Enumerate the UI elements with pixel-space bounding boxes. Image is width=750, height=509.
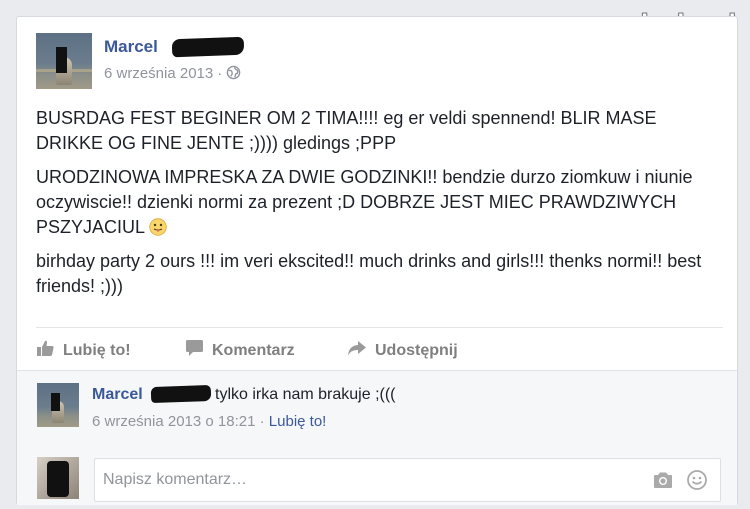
comment-like-link[interactable]: Lubię to! <box>269 413 327 430</box>
like-button[interactable]: Lubię to! <box>36 339 131 362</box>
comment-author-name[interactable]: Marcel <box>92 386 143 404</box>
smiley-icon[interactable] <box>686 469 708 496</box>
post-author-name[interactable]: Marcel <box>104 37 158 57</box>
thumbs-up-icon <box>36 339 63 362</box>
censor-bar <box>51 393 60 411</box>
comment-meta: 6 września 2013 o 18:21 · Lubię to! <box>92 413 326 430</box>
divider <box>36 327 723 328</box>
post-date[interactable]: 6 września 2013 <box>104 65 213 82</box>
globe-icon[interactable] <box>226 65 241 84</box>
comment-input-placeholder: Napisz komentarz… <box>103 471 248 488</box>
post-author-avatar[interactable] <box>36 33 92 89</box>
redacted-surname <box>150 384 212 404</box>
share-arrow-icon <box>347 339 375 362</box>
censor-bar <box>47 461 69 497</box>
post-body: BUSRDAG FEST BEGINER OM 2 TIMA!!!! eg er… <box>36 106 726 308</box>
comments-section: Marcel tylko irka nam brakuje ;((( 6 wrz… <box>17 370 737 505</box>
camera-icon[interactable] <box>652 471 674 494</box>
current-user-avatar <box>37 457 79 499</box>
comment-button[interactable]: Komentarz <box>185 339 295 362</box>
comment-input[interactable]: Napisz komentarz… <box>94 458 721 502</box>
comment-text: tylko irka nam brakuje ;((( <box>215 386 396 403</box>
post-card: Marcel 6 września 2013 · BUSRDAG FEST BEG… <box>16 16 738 505</box>
censor-bar <box>56 47 67 73</box>
tongue-emoji-icon <box>149 218 167 236</box>
redacted-surname <box>171 36 245 58</box>
post-paragraph: BUSRDAG FEST BEGINER OM 2 TIMA!!!! eg er… <box>36 108 657 153</box>
post-actions: Lubię to! Komentarz Udostępnij <box>36 339 726 363</box>
post-paragraph: birhday party 2 ours !!! im veri ekscite… <box>36 251 702 296</box>
speech-bubble-icon <box>185 339 212 362</box>
meta-separator: · <box>259 413 265 430</box>
post-paragraph: URODZINOWA IMPRESKA ZA DWIE GODZINKI!! b… <box>36 167 693 237</box>
commenter-avatar[interactable] <box>37 383 79 427</box>
post-meta: 6 września 2013 · <box>104 65 241 84</box>
share-button[interactable]: Udostępnij <box>347 339 458 362</box>
comment-date[interactable]: 6 września 2013 o 18:21 <box>92 413 255 430</box>
